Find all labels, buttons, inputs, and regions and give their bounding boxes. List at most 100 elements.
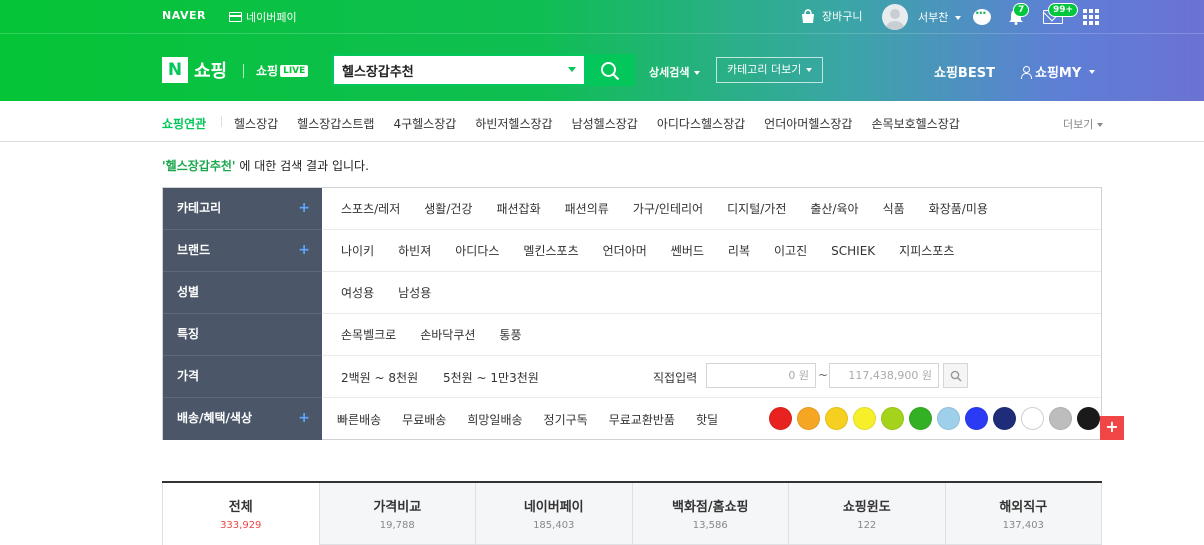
filter-option[interactable]: 무료교환반품 — [609, 411, 675, 428]
filter-option[interactable]: 손목벨크로 — [341, 326, 396, 343]
cart-link[interactable]: 장바구니 — [800, 8, 862, 24]
color-swatches — [769, 407, 1100, 430]
related-divider — [221, 116, 222, 127]
filter-label-shipping[interactable]: 배송/혜택/색상 + — [163, 398, 322, 440]
live-tag: LIVE — [280, 64, 309, 77]
expand-plus-icon[interactable]: + — [298, 188, 310, 228]
color-swatch[interactable] — [937, 407, 960, 430]
related-keyword[interactable]: 손목보호헬스장갑 — [871, 115, 959, 132]
autocomplete-toggle-icon[interactable] — [568, 67, 576, 72]
naver-n-logo[interactable]: N — [162, 57, 188, 83]
related-more-button[interactable]: 더보기 — [1063, 116, 1103, 132]
color-swatch[interactable] — [1049, 407, 1072, 430]
shopping-logo[interactable]: 쇼핑 — [194, 57, 227, 83]
filter-option[interactable]: 쎈버드 — [671, 242, 704, 259]
detail-search-button[interactable]: 상세검색 — [649, 64, 700, 80]
filter-option[interactable]: SCHIEK — [831, 244, 875, 258]
filter-option[interactable]: 이고진 — [774, 242, 807, 259]
related-keyword[interactable]: 아디다스헬스장갑 — [657, 115, 745, 132]
shopping-live-link[interactable]: 쇼핑 LIVE — [256, 62, 309, 79]
filter-option[interactable]: 패션의류 — [565, 200, 609, 217]
filter-option[interactable]: 패션잡화 — [496, 200, 540, 217]
related-keyword[interactable]: 남성헬스장갑 — [572, 115, 638, 132]
color-swatch[interactable] — [909, 407, 932, 430]
category-more-button[interactable]: 카테고리 더보기 — [716, 57, 824, 83]
search-input[interactable] — [334, 56, 554, 84]
filter-option[interactable]: 통풍 — [499, 326, 521, 343]
filter-option[interactable]: 멜킨스포츠 — [523, 242, 578, 259]
talk-icon[interactable] — [973, 6, 991, 25]
filter-option[interactable]: 화장품/미용 — [929, 200, 988, 217]
filter-option[interactable]: 스포츠/레저 — [341, 200, 400, 217]
tab-shopping-window[interactable]: 쇼핑윈도 122 — [789, 483, 946, 545]
color-swatch[interactable] — [797, 407, 820, 430]
expand-color-button[interactable]: + — [1100, 416, 1124, 440]
related-keyword[interactable]: 4구헬스장갑 — [393, 115, 456, 132]
filter-option[interactable]: 손바닥쿠션 — [420, 326, 475, 343]
price-range-option[interactable]: 2백원 ~ 8천원 — [341, 369, 418, 386]
filter-label-brand[interactable]: 브랜드 + — [163, 230, 322, 272]
tab-naver-pay[interactable]: 네이버페이 185,403 — [476, 483, 633, 545]
color-swatch[interactable] — [965, 407, 988, 430]
related-keyword[interactable]: 언더아머헬스장갑 — [764, 115, 852, 132]
related-keyword[interactable]: 헬스장갑스트랩 — [297, 115, 374, 132]
tab-count: 19,788 — [379, 520, 415, 531]
filter-option[interactable]: 남성용 — [398, 284, 431, 301]
related-keyword[interactable]: 헬스장갑 — [234, 115, 278, 132]
filter-option[interactable]: 지피스포츠 — [899, 242, 954, 259]
filter-option[interactable]: 정기구독 — [544, 411, 588, 428]
expand-plus-icon[interactable]: + — [298, 230, 310, 270]
header-divider — [0, 33, 1204, 34]
color-swatch[interactable] — [1077, 407, 1100, 430]
filter-option[interactable]: 무료배송 — [402, 411, 446, 428]
naver-pay-link[interactable]: 네이버페이 — [229, 9, 297, 25]
filter-label-gender: 성별 — [163, 272, 322, 314]
related-keyword[interactable]: 하빈저헬스장갑 — [475, 115, 552, 132]
tab-overseas[interactable]: 해외직구 137,403 — [945, 483, 1102, 545]
color-swatch[interactable] — [1021, 407, 1044, 430]
price-min-input[interactable]: 0 원 — [706, 363, 816, 388]
filter-option[interactable]: 출산/육아 — [810, 200, 858, 217]
filter-option[interactable]: 식품 — [883, 200, 905, 217]
search-button[interactable] — [586, 54, 635, 86]
naver-logo[interactable]: NAVER — [162, 9, 206, 22]
price-range-option[interactable]: 5천원 ~ 1만3천원 — [443, 369, 539, 386]
filter-option[interactable]: 아디다스 — [455, 242, 499, 259]
filter-option[interactable]: 리복 — [728, 242, 750, 259]
shopping-my-menu[interactable]: 쇼핑MY — [1020, 62, 1095, 81]
color-swatch[interactable] — [825, 407, 848, 430]
related-keyword-list: 헬스장갑 헬스장갑스트랩 4구헬스장갑 하빈저헬스장갑 남성헬스장갑 아디다스헬… — [234, 115, 960, 132]
expand-plus-icon[interactable]: + — [298, 398, 310, 438]
filter-label-text: 브랜드 — [177, 243, 211, 257]
tab-department-store[interactable]: 백화점/홈쇼핑 13,586 — [632, 483, 789, 545]
filter-option[interactable]: 디지털/가전 — [727, 200, 786, 217]
filter-option[interactable]: 빠른배송 — [337, 411, 381, 428]
color-swatch[interactable] — [853, 407, 876, 430]
price-max-input[interactable]: 117,438,900 원 — [829, 363, 939, 388]
filter-option[interactable]: 언더아머 — [603, 242, 647, 259]
person-icon — [1020, 65, 1032, 79]
filter-option[interactable]: 생활/건강 — [424, 200, 472, 217]
filter-row-price: 가격 2백원 ~ 8천원 5천원 ~ 1만3천원 직접입력 0 원 ~ 117,… — [163, 356, 1101, 398]
tab-all[interactable]: 전체 333,929 — [162, 483, 320, 545]
filter-option[interactable]: 핫딜 — [696, 411, 718, 428]
filter-option[interactable]: 희망일배송 — [467, 411, 522, 428]
color-swatch[interactable] — [769, 407, 792, 430]
price-search-button[interactable] — [943, 363, 968, 388]
color-swatch[interactable] — [881, 407, 904, 430]
avatar[interactable] — [882, 4, 908, 30]
user-menu[interactable]: 서부찬 — [918, 9, 961, 25]
price-direct-label: 직접입력 — [653, 371, 698, 385]
filter-option[interactable]: 가구/인테리어 — [633, 200, 703, 217]
filter-option[interactable]: 나이키 — [341, 242, 374, 259]
shopping-best-link[interactable]: 쇼핑BEST — [934, 62, 995, 81]
filter-option[interactable]: 하빈져 — [398, 242, 431, 259]
filter-label-category[interactable]: 카테고리 + — [163, 188, 322, 230]
filter-label-text: 배송/혜택/색상 — [177, 411, 253, 425]
color-swatch[interactable] — [993, 407, 1016, 430]
filter-label-feature: 특징 — [163, 314, 322, 356]
filter-option[interactable]: 여성용 — [341, 284, 374, 301]
tab-price-compare[interactable]: 가격비교 19,788 — [319, 483, 476, 545]
naver-pay-label: 네이버페이 — [246, 11, 297, 24]
apps-grid-icon[interactable] — [1083, 9, 1099, 25]
